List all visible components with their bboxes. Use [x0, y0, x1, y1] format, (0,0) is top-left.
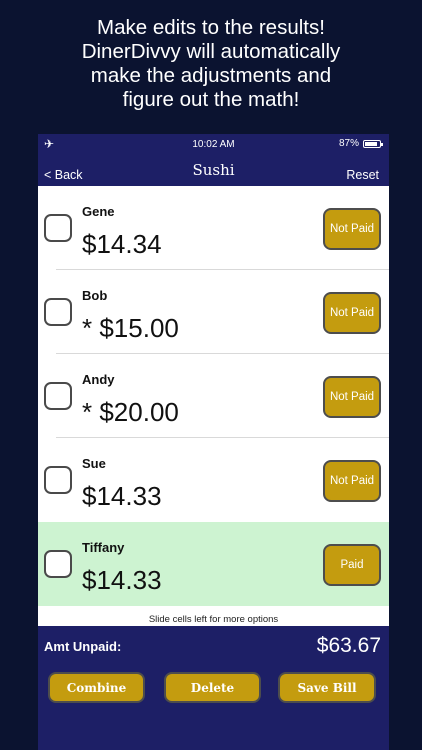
reset-button[interactable]: Reset [346, 168, 379, 182]
promo-caption: Make edits to the results! DinerDivvy wi… [0, 0, 422, 134]
swipe-hint: Slide cells left for more options [148, 614, 279, 625]
unpaid-total: $63.67 [316, 634, 381, 657]
battery-indicator: 87% [338, 138, 383, 149]
combine-button[interactable]: Combine [48, 672, 145, 703]
list-item[interactable]: Bob * $15.00 Not Paid [38, 270, 389, 354]
battery-icon [363, 139, 383, 148]
list-item[interactable]: Gene $14.34 Not Paid [38, 186, 389, 270]
promo-line: Make edits to the results! [97, 16, 325, 39]
save-bill-button[interactable]: Save Bill [278, 672, 376, 703]
status-bar: ✈ 10:02 AM 87% [38, 134, 389, 154]
paid-checkbox[interactable] [44, 298, 72, 326]
paid-status-button[interactable]: Not Paid [323, 292, 381, 334]
paid-checkbox[interactable] [44, 550, 72, 578]
diner-amount: * $15.00 [82, 313, 179, 343]
battery-percent: 87% [338, 138, 359, 149]
delete-button[interactable]: Delete [164, 672, 261, 703]
status-time: 10:02 AM [192, 139, 235, 150]
list-item[interactable]: Andy * $20.00 Not Paid [38, 354, 389, 438]
paid-status-button[interactable]: Not Paid [323, 376, 381, 418]
diner-amount: $14.33 [82, 565, 162, 595]
phone-screen: ✈ 10:02 AM 87% < Back Sushi Reset Gene $… [38, 134, 389, 750]
promo-line: make the adjustments and [90, 64, 332, 87]
list-item[interactable]: Tiffany $14.33 Paid [38, 522, 389, 606]
paid-status-button[interactable]: Paid [323, 544, 381, 586]
diner-amount: * $20.00 [82, 397, 179, 427]
diner-name: Bob [82, 288, 108, 303]
diner-name: Andy [82, 372, 115, 387]
promo-line: DinerDivvy will automatically [81, 40, 341, 63]
paid-status-button[interactable]: Not Paid [323, 208, 381, 250]
nav-bar: < Back Sushi Reset [38, 154, 389, 186]
paid-checkbox[interactable] [44, 382, 72, 410]
paid-checkbox[interactable] [44, 214, 72, 242]
paid-checkbox[interactable] [44, 466, 72, 494]
paid-status-button[interactable]: Not Paid [323, 460, 381, 502]
summary-footer: Amt Unpaid: $63.67 Combine Delete Save B… [38, 626, 389, 750]
page-title: Sushi [192, 161, 235, 179]
diner-name: Sue [82, 456, 106, 471]
diner-list: Gene $14.34 Not Paid Bob * $15.00 Not Pa… [38, 186, 389, 606]
promo-line: figure out the math! [122, 88, 300, 111]
list-item[interactable]: Sue $14.33 Not Paid [38, 438, 389, 522]
unpaid-label: Amt Unpaid: [44, 639, 122, 654]
diner-name: Tiffany [82, 540, 125, 555]
diner-amount: $14.33 [82, 481, 162, 511]
diner-amount: $14.34 [82, 229, 162, 259]
diner-name: Gene [82, 204, 115, 219]
